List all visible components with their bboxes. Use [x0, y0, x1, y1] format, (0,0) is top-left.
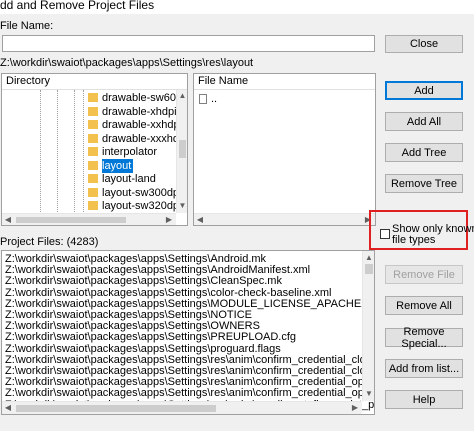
project-file-item[interactable]: Z:\workdir\swaiot\packages\apps\Settings…	[5, 343, 281, 355]
add-from-list-button[interactable]: Add from list...	[385, 359, 463, 378]
add-all-button[interactable]: Add All	[385, 112, 463, 131]
project-files-label: Project Files: (4283)	[0, 236, 99, 248]
directory-tree[interactable]: Directory drawable-sw600dp drawable-xhdpi…	[1, 73, 188, 226]
file-icon	[199, 94, 207, 104]
project-files-list[interactable]: Z:\workdir\swaiot\packages\apps\Settings…	[1, 250, 375, 415]
parent-dir-item[interactable]: ..	[211, 93, 217, 105]
scroll-left-arrow-icon[interactable]: ◀	[4, 404, 12, 412]
project-file-item[interactable]: Z:\workdir\swaiot\packages\apps\Settings…	[5, 354, 374, 366]
directory-item[interactable]: drawable-xxxhdpi	[2, 132, 187, 146]
directory-item-label: layout	[102, 158, 134, 173]
folder-icon	[88, 106, 98, 116]
window-title: dd and Remove Project Files	[0, 0, 155, 12]
directory-item-label: interpolator	[102, 146, 158, 158]
directory-item[interactable]: layout	[2, 158, 176, 173]
file-list-hscrollbar[interactable]: ◀ ▶	[194, 213, 375, 225]
scroll-right-arrow-icon[interactable]: ▶	[351, 404, 359, 412]
project-file-item[interactable]: Z:\workdir\swaiot\packages\apps\Settings…	[5, 264, 310, 276]
project-file-item[interactable]: Z:\workdir\swaiot\packages\apps\Settings…	[5, 298, 367, 310]
show-known-types-label[interactable]: Show only known file types	[392, 224, 474, 246]
file-name-label: File Name:	[0, 20, 54, 32]
directory-item-label: layout-land	[102, 173, 156, 185]
directory-vscroll-thumb[interactable]	[179, 140, 186, 158]
file-list-header: File Name	[194, 74, 375, 90]
directory-hscrollbar[interactable]: ◀ ▶	[2, 213, 176, 225]
folder-icon	[88, 120, 98, 129]
current-path: Z:\workdir\swaiot\packages\apps\Settings…	[0, 57, 254, 69]
file-name-input[interactable]	[2, 35, 375, 52]
folder-icon	[88, 174, 98, 183]
project-files-vscroll-thumb[interactable]	[365, 264, 373, 274]
folder-icon	[88, 147, 98, 156]
help-button[interactable]: Help	[385, 390, 463, 409]
add-button[interactable]: Add	[385, 81, 463, 100]
scroll-down-arrow-icon[interactable]: ▼	[365, 390, 373, 398]
project-file-item[interactable]: Z:\workdir\swaiot\packages\apps\Settings…	[5, 275, 282, 287]
scroll-right-arrow-icon[interactable]: ▶	[165, 216, 173, 224]
directory-item[interactable]: drawable-xxhdpi	[2, 118, 182, 132]
scroll-up-arrow-icon[interactable]: ▲	[178, 92, 187, 100]
directory-vscrollbar[interactable]: ▲ ▼	[176, 90, 187, 213]
project-file-item[interactable]: Z:\workdir\swaiot\packages\apps\Settings…	[5, 309, 252, 321]
project-files-hscrollbar[interactable]: ◀ ▶	[2, 401, 362, 414]
remove-all-button[interactable]: Remove All	[385, 296, 463, 315]
project-file-item[interactable]: Z:\workdir\swaiot\packages\apps\Settings…	[5, 320, 260, 332]
folder-icon	[88, 187, 98, 197]
file-list[interactable]: File Name .. ◀ ▶	[193, 73, 376, 226]
project-file-item[interactable]: Z:\workdir\swaiot\packages\apps\Settings…	[5, 253, 266, 265]
folder-icon	[88, 133, 98, 143]
project-files-hscroll-thumb[interactable]	[16, 405, 216, 412]
project-file-item[interactable]: Z:\workdir\swaiot\packages\apps\Settings…	[5, 287, 331, 299]
directory-item-label: drawable-xxhdpi	[102, 119, 183, 131]
directory-item-label: layout-sw320dp	[102, 200, 180, 212]
directory-item[interactable]: layout-sw320dp	[2, 199, 179, 213]
project-file-item[interactable]: Z:\workdir\swaiot\packages\apps\Settings…	[5, 365, 374, 377]
directory-item[interactable]: layout-land	[2, 172, 176, 186]
project-file-item[interactable]: Z:\workdir\swaiot\packages\apps\Settings…	[5, 331, 296, 343]
close-button[interactable]: Close	[385, 35, 463, 53]
project-files-vscrollbar[interactable]: ▲ ▼	[362, 251, 374, 401]
folder-icon	[88, 160, 98, 170]
folder-icon	[88, 93, 98, 102]
scroll-left-arrow-icon[interactable]: ◀	[196, 216, 204, 224]
scroll-up-arrow-icon[interactable]: ▲	[365, 254, 373, 262]
folder-icon	[88, 201, 98, 210]
add-tree-button[interactable]: Add Tree	[385, 143, 463, 162]
scroll-left-arrow-icon[interactable]: ◀	[4, 216, 12, 224]
directory-header: Directory	[2, 74, 187, 90]
directory-item[interactable]: interpolator	[2, 145, 176, 159]
directory-item[interactable]: drawable-sw600dp	[2, 91, 187, 105]
show-known-types-checkbox[interactable]	[380, 229, 390, 239]
project-file-item[interactable]: Z:\workdir\swaiot\packages\apps\Settings…	[5, 376, 374, 388]
directory-item[interactable]: drawable-xhdpi	[2, 105, 177, 119]
remove-tree-button[interactable]: Remove Tree	[385, 174, 463, 193]
directory-item[interactable]: layout-sw300dp-la	[2, 186, 187, 200]
show-known-types-label-line2: file types	[392, 234, 436, 246]
remove-file-button[interactable]: Remove File	[385, 265, 463, 284]
remove-special-button[interactable]: Remove Special...	[385, 326, 463, 350]
directory-hscroll-thumb[interactable]	[16, 217, 126, 223]
directory-item-label: drawable-xhdpi	[102, 105, 177, 118]
scroll-down-arrow-icon[interactable]: ▼	[178, 202, 187, 210]
project-file-item[interactable]: Z:\workdir\swaiot\packages\apps\Settings…	[5, 387, 374, 399]
